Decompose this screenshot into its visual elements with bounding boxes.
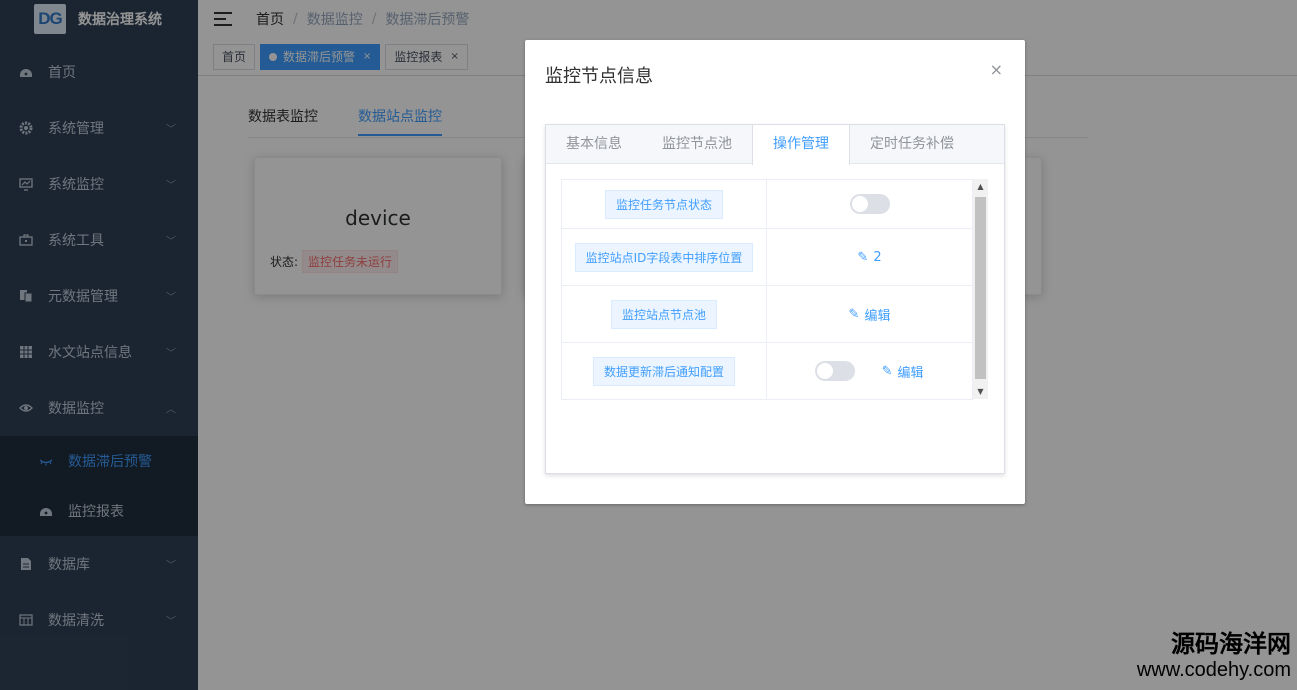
edit-value: 编辑: [864, 308, 891, 324]
row-label-chip: 数据更新滞后通知配置: [592, 356, 735, 386]
pencil-icon: ✎: [881, 363, 893, 379]
tab-node-pool[interactable]: 监控节点池: [642, 125, 752, 164]
node-pool-edit-link[interactable]: ✎ 编辑: [849, 305, 891, 324]
scrollbar-thumb[interactable]: [975, 197, 986, 379]
watermark-url: www.codehy.com: [1136, 659, 1291, 681]
tab-basic-info[interactable]: 基本信息: [546, 125, 642, 164]
close-icon[interactable]: ×: [990, 60, 1003, 79]
tab-operation-management[interactable]: 操作管理: [752, 125, 850, 165]
table-row: 监控任务节点状态: [561, 179, 973, 229]
table-row: 监控站点节点池 ✎ 编辑: [561, 285, 973, 343]
pencil-icon: ✎: [848, 306, 860, 322]
pencil-icon: ✎: [857, 249, 869, 265]
watermark: 源码海洋网 www.codehy.com: [1137, 630, 1291, 682]
watermark-title: 源码海洋网: [1171, 630, 1291, 658]
sort-position-edit-link[interactable]: ✎ 2: [857, 250, 881, 265]
table-row: 数据更新滞后通知配置 ✎ 编辑: [561, 342, 973, 400]
scroll-down-icon[interactable]: ▼: [973, 387, 988, 396]
tab-scheduled-compensation[interactable]: 定时任务补偿: [850, 125, 974, 164]
table-row: 监控站点ID字段表中排序位置 ✎ 2: [561, 228, 973, 286]
row-label-chip: 监控站点节点池: [610, 299, 717, 329]
operation-table: 监控任务节点状态 监控站点ID字段表中排序位置 ✎ 2 监控站点节点池 ✎ 编辑…: [561, 179, 973, 400]
row-label-chip: 监控任务节点状态: [604, 189, 723, 219]
lag-notify-switch[interactable]: [815, 361, 856, 381]
dialog-title: 监控节点信息: [545, 66, 653, 87]
scroll-up-icon[interactable]: ▲: [973, 182, 988, 191]
row-label-chip: 监控站点ID字段表中排序位置: [574, 242, 754, 272]
edit-value: 2: [873, 249, 882, 265]
dialog-tabs: 基本信息 监控节点池 操作管理 定时任务补偿: [546, 125, 1004, 165]
dialog-tabs-box: 基本信息 监控节点池 操作管理 定时任务补偿 监控任务节点状态 监控站点ID字段…: [545, 124, 1005, 474]
edit-value: 编辑: [897, 365, 924, 381]
monitor-node-dialog: 监控节点信息 × 基本信息 监控节点池 操作管理 定时任务补偿 监控任务节点状态…: [525, 40, 1025, 504]
lag-notify-edit-link[interactable]: ✎ 编辑: [882, 362, 924, 381]
monitor-task-status-switch[interactable]: [849, 194, 890, 214]
table-scrollbar[interactable]: ▲ ▼: [973, 179, 988, 399]
